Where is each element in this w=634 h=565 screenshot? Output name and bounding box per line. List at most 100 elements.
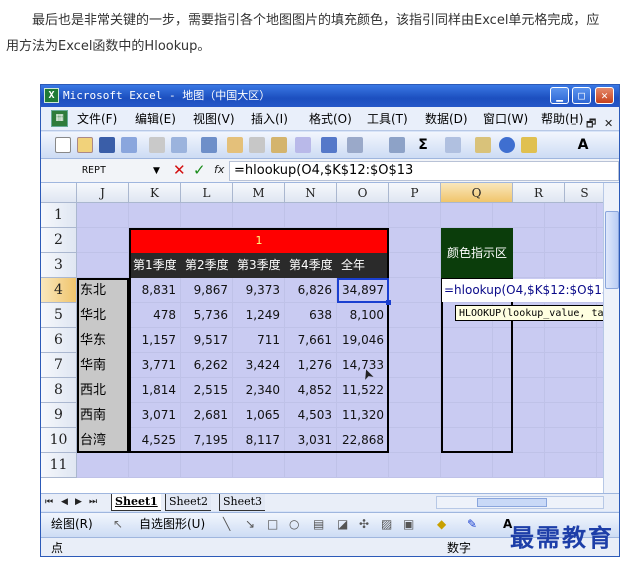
status-numlock: 数字 bbox=[447, 541, 472, 555]
select-all-corner[interactable] bbox=[41, 183, 77, 203]
row-header-1[interactable]: 1 bbox=[41, 203, 77, 228]
permission-icon[interactable] bbox=[121, 137, 137, 153]
maximize-button[interactable]: □ bbox=[572, 87, 591, 104]
column-header-j[interactable]: J bbox=[77, 183, 129, 203]
row-header-6[interactable]: 6 bbox=[41, 328, 77, 353]
row-header-10[interactable]: 10 bbox=[41, 428, 77, 453]
tab-sheet3[interactable]: Sheet3 bbox=[219, 494, 266, 511]
doc-minimize-button[interactable]: – bbox=[571, 117, 577, 131]
rectangle-icon[interactable]: □ bbox=[267, 513, 278, 536]
cell-area[interactable]: 1 第1季度 第2季度 第3季度 第4季度 全年 东北 8,831 9,867 9,373 6,82… bbox=[77, 203, 618, 478]
redo-icon[interactable] bbox=[347, 137, 363, 153]
prev-sheet-icon[interactable]: ◀ bbox=[61, 494, 68, 510]
chart-wizard-icon[interactable] bbox=[475, 137, 491, 153]
formula-input[interactable]: =hlookup(O4,$K$12:$O$13 bbox=[229, 161, 619, 181]
column-header-s[interactable]: S bbox=[565, 183, 605, 203]
fill-color-icon[interactable]: ◆ bbox=[437, 513, 446, 536]
horizontal-scroll-thumb[interactable] bbox=[477, 498, 547, 507]
undo-icon[interactable] bbox=[321, 137, 337, 153]
vertical-scroll-thumb[interactable] bbox=[605, 211, 619, 289]
region-cell: 华东 bbox=[77, 328, 129, 353]
region-cell: 台湾 bbox=[77, 428, 129, 453]
wordart-icon[interactable]: ◪ bbox=[337, 513, 348, 536]
new-icon[interactable] bbox=[55, 137, 71, 153]
value-cell: 1,276 bbox=[297, 358, 332, 372]
column-header-m[interactable]: M bbox=[233, 183, 285, 203]
menu-data[interactable]: 数据(D) bbox=[425, 107, 468, 131]
row-header-4[interactable]: 4 bbox=[41, 278, 77, 303]
email-icon[interactable] bbox=[149, 137, 165, 153]
cancel-icon[interactable]: ✕ bbox=[173, 161, 186, 179]
diagram-icon[interactable]: ✣ bbox=[359, 513, 369, 536]
line-color-icon[interactable]: ✎ bbox=[467, 513, 477, 536]
line-icon[interactable]: ╲ bbox=[223, 513, 230, 536]
clipart-icon[interactable]: ▨ bbox=[381, 513, 392, 536]
draw-menu-button[interactable]: 绘图(R) bbox=[51, 513, 93, 536]
menu-tools[interactable]: 工具(T) bbox=[367, 107, 408, 131]
next-sheet-icon[interactable]: ▶ bbox=[75, 494, 82, 510]
column-header-k[interactable]: K bbox=[129, 183, 181, 203]
autosum-icon[interactable]: Σ bbox=[415, 137, 431, 153]
enter-icon[interactable]: ✓ bbox=[193, 161, 206, 179]
menu-window[interactable]: 窗口(W) bbox=[483, 107, 528, 131]
doc-restore-button[interactable]: 🗗 bbox=[586, 117, 596, 131]
font-color-icon[interactable]: A bbox=[575, 137, 591, 153]
tab-sheet2[interactable]: Sheet2 bbox=[165, 494, 212, 511]
name-box-dropdown-icon[interactable]: ▼ bbox=[153, 162, 160, 180]
sort-icon[interactable] bbox=[445, 137, 461, 153]
select-objects-icon[interactable]: ↖ bbox=[113, 513, 123, 536]
oval-icon[interactable]: ○ bbox=[289, 513, 299, 536]
close-button[interactable]: ✕ bbox=[595, 87, 614, 104]
print-icon[interactable] bbox=[171, 137, 187, 153]
workbook-icon[interactable]: ▦ bbox=[51, 110, 68, 127]
save-icon[interactable] bbox=[99, 137, 115, 153]
row-header-9[interactable]: 9 bbox=[41, 403, 77, 428]
row-header-2[interactable]: 2 bbox=[41, 228, 77, 253]
row-header-11[interactable]: 11 bbox=[41, 453, 77, 478]
article-line-1: 最后也是非常关键的一步，需要指引各个地图图片的填充颜色，该指引同样由Excel单… bbox=[32, 13, 600, 28]
indicator-edit-cell[interactable]: =hlookup(O4,$K$12:$O$13 bbox=[442, 279, 618, 302]
textbox-icon[interactable]: ▤ bbox=[313, 513, 324, 536]
open-icon[interactable] bbox=[77, 137, 93, 153]
table-header-cell: 第2季度 bbox=[181, 253, 233, 278]
cut-icon[interactable] bbox=[227, 137, 243, 153]
value-cell: 8,117 bbox=[245, 433, 280, 447]
menu-help[interactable]: 帮助(H) bbox=[541, 107, 583, 131]
column-header-p[interactable]: P bbox=[389, 183, 441, 203]
research-icon[interactable] bbox=[521, 137, 537, 153]
autoshapes-menu-button[interactable]: 自选图形(U) bbox=[139, 513, 205, 536]
column-header-n[interactable]: N bbox=[285, 183, 337, 203]
menu-format[interactable]: 格式(O) bbox=[309, 107, 352, 131]
copy-icon[interactable] bbox=[249, 137, 265, 153]
tab-sheet1[interactable]: Sheet1 bbox=[111, 494, 161, 511]
row-header-7[interactable]: 7 bbox=[41, 353, 77, 378]
menu-edit[interactable]: 编辑(E) bbox=[135, 107, 176, 131]
horizontal-scrollbar[interactable] bbox=[436, 496, 604, 509]
paste-icon[interactable] bbox=[271, 137, 287, 153]
table-title-bar: 1 bbox=[129, 228, 389, 253]
picture-icon[interactable]: ▣ bbox=[403, 513, 414, 536]
value-cell: 3,071 bbox=[141, 408, 176, 422]
vertical-scrollbar[interactable] bbox=[603, 183, 619, 493]
last-sheet-icon[interactable]: ⏭ bbox=[89, 494, 97, 510]
column-header-l[interactable]: L bbox=[181, 183, 233, 203]
doc-close-button[interactable]: ✕ bbox=[604, 117, 613, 131]
arrow-icon[interactable]: ↘ bbox=[245, 513, 255, 536]
menu-file[interactable]: 文件(F) bbox=[77, 107, 117, 131]
column-header-r[interactable]: R bbox=[513, 183, 565, 203]
column-header-o[interactable]: O bbox=[337, 183, 389, 203]
insert-function-icon[interactable]: fx bbox=[214, 163, 224, 176]
column-header-q[interactable]: Q bbox=[441, 183, 513, 203]
help-icon[interactable] bbox=[499, 137, 515, 153]
spellcheck-icon[interactable] bbox=[201, 137, 217, 153]
row-header-5[interactable]: 5 bbox=[41, 303, 77, 328]
row-header-8[interactable]: 8 bbox=[41, 378, 77, 403]
menu-insert[interactable]: 插入(I) bbox=[251, 107, 288, 131]
title-bar: X Microsoft Excel - 地图（中国大区） ▁ □ ✕ bbox=[41, 85, 619, 107]
minimize-button[interactable]: ▁ bbox=[550, 87, 569, 104]
hyperlink-icon[interactable] bbox=[389, 137, 405, 153]
row-header-3[interactable]: 3 bbox=[41, 253, 77, 278]
first-sheet-icon[interactable]: ⏮ bbox=[45, 494, 53, 510]
menu-view[interactable]: 视图(V) bbox=[193, 107, 235, 131]
format-painter-icon[interactable] bbox=[295, 137, 311, 153]
